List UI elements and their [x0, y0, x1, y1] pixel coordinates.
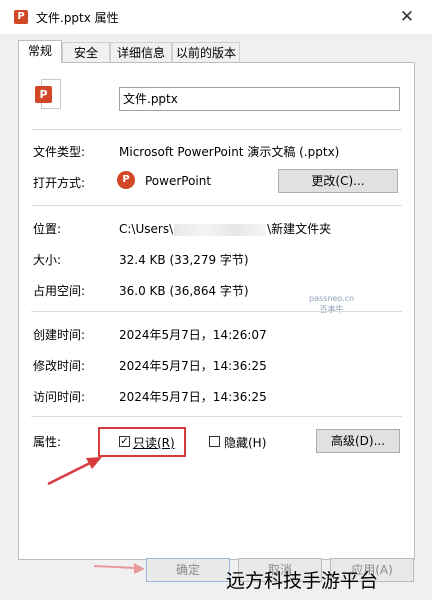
arrow-line-ok [93, 565, 137, 569]
red-arrow-annotation [47, 457, 145, 574]
arrow-line-readonly [47, 460, 93, 486]
tab-general[interactable]: 常规 [18, 40, 62, 63]
arrow-head-ok [134, 563, 145, 574]
ok-button[interactable]: 确定 [146, 558, 230, 582]
caption-text: 远方科技手游平台 [226, 570, 379, 592]
